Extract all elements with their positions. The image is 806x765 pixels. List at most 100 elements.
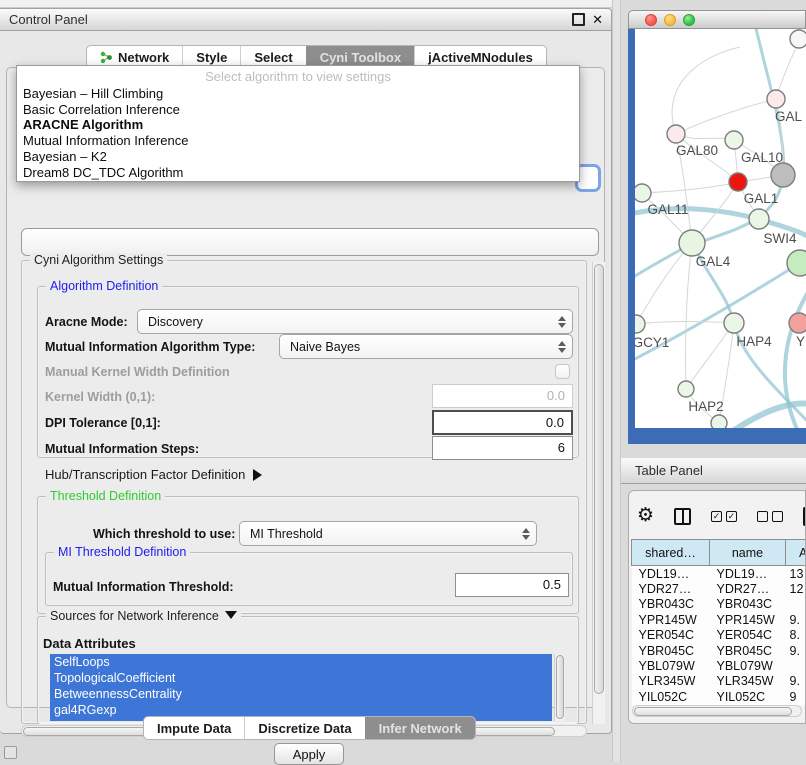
table-cell[interactable]: YPR145W: [632, 612, 710, 627]
close-icon[interactable]: ✕: [592, 15, 603, 25]
table-row[interactable]: YER054CYER054C8.: [632, 628, 806, 643]
attribute-list-item[interactable]: BetweennessCentrality: [50, 686, 552, 702]
table-cell[interactable]: 9.: [786, 612, 806, 627]
mi-threshold-input[interactable]: 0.5: [455, 573, 569, 597]
tab-infer-network[interactable]: Infer Network: [365, 717, 475, 739]
table-cell[interactable]: YBL079W: [632, 658, 710, 673]
manual-kernel-checkbox[interactable]: [555, 364, 570, 379]
network-canvas[interactable]: GALGAL80GAL10GAL1GAL11SWI4GAL4GCY1HAP4YH…: [635, 29, 806, 428]
settings-vertical-scrollbar[interactable]: [592, 262, 605, 724]
minimize-traffic-light-icon[interactable]: [664, 14, 676, 26]
table-column-header[interactable]: shared…: [632, 540, 710, 566]
table-cell[interactable]: YBR045C: [632, 643, 710, 658]
table-cell[interactable]: 9.: [786, 643, 806, 658]
dropdown-option[interactable]: ARACNE Algorithm: [17, 117, 579, 133]
aracne-mode-combo[interactable]: Discovery: [137, 309, 573, 334]
table-cell[interactable]: YIL052C: [710, 689, 786, 704]
table-row[interactable]: YPR145WYPR145W9.: [632, 612, 806, 627]
table-column-header[interactable]: name: [710, 540, 786, 566]
columns-icon[interactable]: [674, 508, 691, 525]
network-node[interactable]: [749, 209, 769, 229]
table-cell[interactable]: YER054C: [710, 628, 786, 643]
attribute-list-item[interactable]: TopologicalCoefficient: [50, 670, 552, 686]
table-row[interactable]: YBR043CYBR043C: [632, 597, 806, 612]
network-node[interactable]: [789, 313, 806, 333]
network-node[interactable]: [790, 30, 806, 48]
table-cell[interactable]: 8.: [786, 628, 806, 643]
tab-impute-data[interactable]: Impute Data: [144, 717, 244, 739]
table-cell[interactable]: YDL19…: [710, 566, 786, 582]
attributes-list-scrollbar[interactable]: [554, 654, 565, 721]
table-row[interactable]: YDL19…YDL19…13: [632, 566, 806, 582]
network-node[interactable]: [771, 163, 795, 187]
table-row[interactable]: YDR27…YDR27…12: [632, 581, 806, 596]
tab-discretize-data[interactable]: Discretize Data: [244, 717, 364, 739]
float-window-icon[interactable]: [572, 13, 585, 26]
scrollbar-thumb[interactable]: [594, 264, 604, 694]
table-cell[interactable]: [786, 658, 806, 673]
table-row[interactable]: YBR045CYBR045C9.: [632, 643, 806, 658]
dpi-tolerance-input[interactable]: 0.0: [432, 410, 573, 435]
table-cell[interactable]: YIL052C: [632, 689, 710, 704]
scrollbar-thumb[interactable]: [634, 707, 792, 716]
network-node-label: GAL1: [744, 191, 779, 206]
network-node[interactable]: [725, 131, 743, 149]
close-traffic-light-icon[interactable]: [645, 14, 657, 26]
table-cell[interactable]: YDR27…: [710, 581, 786, 596]
network-node[interactable]: [711, 415, 727, 428]
collapse-arrow-icon[interactable]: [225, 611, 237, 619]
table-row[interactable]: YIL052CYIL052C9: [632, 689, 806, 704]
collapsed-panel-icon[interactable]: [4, 746, 17, 759]
network-node[interactable]: [729, 173, 747, 191]
table-cell[interactable]: 9.: [786, 674, 806, 689]
panel-divider[interactable]: [612, 0, 621, 762]
dropdown-option[interactable]: Dream8 DC_TDC Algorithm: [17, 165, 579, 181]
table-cell[interactable]: YBR045C: [710, 643, 786, 658]
which-threshold-value: MI Threshold: [250, 527, 323, 541]
network-node[interactable]: [724, 313, 744, 333]
table-cell[interactable]: 9: [786, 689, 806, 704]
dropdown-option[interactable]: Bayesian – K2: [17, 149, 579, 165]
table-row[interactable]: YBL079WYBL079W: [632, 658, 806, 673]
table-column-header[interactable]: A: [786, 540, 806, 566]
table-cell[interactable]: YBR043C: [710, 597, 786, 612]
table-cell[interactable]: YPR145W: [710, 612, 786, 627]
network-node[interactable]: [635, 184, 651, 202]
gear-icon[interactable]: ⚙: [637, 506, 654, 526]
network-node[interactable]: [635, 315, 645, 333]
table-cell[interactable]: YDR27…: [632, 581, 710, 596]
table-cell[interactable]: YLR345W: [632, 674, 710, 689]
table-cell[interactable]: 12: [786, 581, 806, 596]
unselect-all-columns-icon[interactable]: [757, 511, 783, 522]
mi-steps-input[interactable]: 6: [432, 436, 573, 460]
dropdown-option[interactable]: Basic Correlation Inference: [17, 102, 579, 118]
kernel-width-input[interactable]: 0.0: [432, 384, 573, 408]
dropdown-option[interactable]: Mutual Information Inference: [17, 133, 579, 149]
table-cell[interactable]: YBL079W: [710, 658, 786, 673]
table-cell[interactable]: 13: [786, 566, 806, 582]
attribute-list-item[interactable]: SelfLoops: [50, 654, 552, 670]
hub-definition-expander[interactable]: Hub/Transcription Factor Definition: [45, 467, 262, 482]
network-node-label: GAL: [775, 109, 803, 124]
table-horizontal-scrollbar[interactable]: [632, 705, 802, 717]
network-node[interactable]: [767, 90, 785, 108]
network-node[interactable]: [678, 381, 694, 397]
network-node[interactable]: [667, 125, 685, 143]
mi-type-combo[interactable]: Naive Bayes: [279, 334, 573, 359]
table-cell[interactable]: YLR345W: [710, 674, 786, 689]
network-node[interactable]: [787, 250, 806, 276]
network-node[interactable]: [679, 230, 705, 256]
scrollbar-thumb[interactable]: [556, 655, 564, 719]
table-cell[interactable]: YBR043C: [632, 597, 710, 612]
hidden-combo-fragment[interactable]: [21, 228, 599, 256]
table-cell[interactable]: YER054C: [632, 628, 710, 643]
select-all-columns-icon[interactable]: ✓ ✓: [711, 511, 737, 522]
table-cell[interactable]: YDL19…: [632, 566, 710, 582]
zoom-traffic-light-icon[interactable]: [683, 14, 695, 26]
network-window-titlebar[interactable]: [628, 10, 806, 29]
table-cell[interactable]: [786, 597, 806, 612]
data-attributes-list[interactable]: SelfLoopsTopologicalCoefficientBetweenne…: [50, 654, 552, 721]
dropdown-option[interactable]: Bayesian – Hill Climbing: [17, 86, 579, 102]
table-row[interactable]: YLR345WYLR345W9.: [632, 674, 806, 689]
which-threshold-combo[interactable]: MI Threshold: [239, 521, 537, 546]
